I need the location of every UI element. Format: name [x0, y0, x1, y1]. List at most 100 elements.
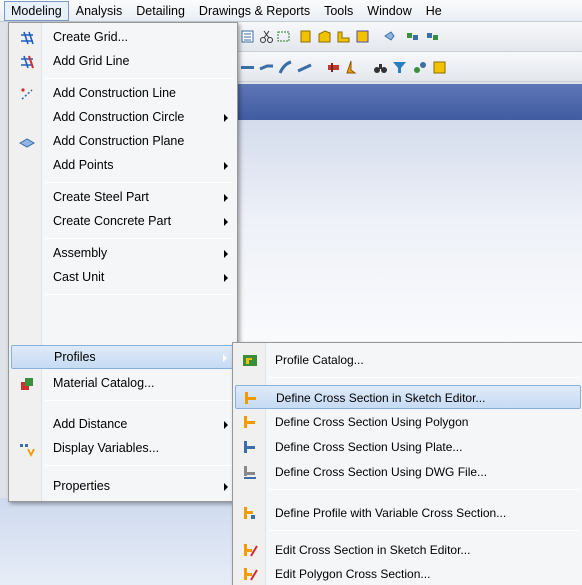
menu-item-create-grid[interactable]: Create Grid... — [11, 26, 236, 50]
snap-icon[interactable] — [412, 60, 427, 75]
submenu-item-edit-sketch[interactable]: Edit Cross Section in Sketch Editor... — [235, 538, 581, 562]
menu-item-label: Profiles — [54, 350, 96, 364]
menu-item-assembly[interactable]: Assembly — [11, 242, 236, 266]
display-variables-icon — [20, 444, 35, 457]
sketch-editor-icon — [245, 392, 256, 404]
submenu-item-label: Define Cross Section Using Plate... — [275, 440, 463, 454]
submenu-item-label: Profile Catalog... — [275, 353, 364, 367]
yellow-box-icon[interactable] — [432, 60, 447, 75]
submenu-item-polygon-section[interactable]: Define Cross Section Using Polygon — [235, 410, 581, 434]
menu-item-add-points[interactable]: Add Points — [11, 154, 236, 178]
polygon-section-icon — [244, 416, 255, 428]
submenu-arrow-icon — [224, 274, 228, 282]
menu-tools[interactable]: Tools — [317, 1, 360, 21]
submenu-item-variable-section[interactable]: Define Profile with Variable Cross Secti… — [235, 501, 581, 525]
menu-item-create-steel-part[interactable]: Create Steel Part — [11, 186, 236, 210]
viewport-header — [237, 84, 582, 122]
component-icon[interactable] — [405, 29, 420, 44]
submenu-item-label: Define Cross Section Using DWG File... — [275, 465, 488, 479]
construction-plane-icon — [19, 138, 35, 148]
submenu-item-sketch-editor[interactable]: Define Cross Section in Sketch Editor... — [235, 385, 581, 409]
menu-item-create-concrete-part[interactable]: Create Concrete Part — [11, 210, 236, 234]
cut-icon[interactable] — [259, 29, 274, 44]
menu-separator — [45, 182, 233, 183]
menu-item-add-grid-line[interactable]: Add Grid Line — [11, 50, 236, 74]
frame-icon[interactable] — [336, 29, 351, 44]
submenu-separator — [269, 530, 579, 531]
bolt-icon[interactable] — [326, 60, 341, 75]
plate-icon[interactable] — [355, 29, 370, 44]
submenu-separator — [269, 489, 579, 490]
menu-item-profiles[interactable]: Profiles — [11, 345, 236, 369]
menu-item-label: Cast Unit — [53, 270, 105, 284]
submenu-arrow-icon — [224, 114, 228, 122]
submenu-item-label: Edit Cross Section in Sketch Editor... — [275, 543, 471, 557]
weld-icon[interactable] — [344, 60, 359, 75]
construction-line-icon — [21, 88, 33, 100]
menu-item-material-catalog[interactable]: Material Catalog... — [11, 372, 236, 396]
submenu-item-label: Define Profile with Variable Cross Secti… — [275, 506, 507, 520]
submenu-arrow-icon — [224, 218, 228, 226]
material-catalog-icon — [21, 378, 33, 390]
menu-item-label: Add Construction Circle — [53, 110, 185, 124]
menu-item-label: Add Construction Plane — [53, 134, 185, 148]
beam-icon[interactable] — [298, 29, 313, 44]
submenu-separator — [269, 377, 579, 378]
grid-icon — [21, 31, 34, 45]
submenu-item-edit-polygon[interactable]: Edit Polygon Cross Section... — [235, 562, 581, 585]
menu-item-properties[interactable]: Properties — [11, 475, 236, 499]
edit-polygon-icon — [244, 568, 258, 581]
binoculars-icon[interactable] — [373, 60, 388, 75]
component-2-icon[interactable] — [425, 29, 440, 44]
menu-separator — [45, 238, 233, 239]
menu-item-add-distance[interactable]: Add Distance — [11, 413, 236, 437]
submenu-arrow-icon — [224, 483, 228, 491]
submenu-item-dwg-section[interactable]: Define Cross Section Using DWG File... — [235, 460, 581, 484]
menu-item-label: Add Grid Line — [53, 54, 130, 68]
menu-detailing[interactable]: Detailing — [129, 1, 192, 21]
menu-item-label: Create Concrete Part — [53, 214, 172, 228]
curved-beam-icon[interactable] — [278, 60, 293, 75]
menu-help[interactable]: He — [419, 1, 449, 21]
select-icon[interactable] — [276, 29, 291, 44]
submenu-arrow-icon — [224, 162, 228, 170]
menu-item-add-construction-plane[interactable]: Add Construction Plane — [11, 130, 236, 154]
menu-item-add-construction-line[interactable]: Add Construction Line — [11, 82, 236, 106]
menu-item-display-variables[interactable]: Display Variables... — [11, 437, 236, 461]
variable-section-icon — [244, 507, 255, 519]
menu-item-cast-unit[interactable]: Cast Unit — [11, 266, 236, 290]
list-icon[interactable] — [240, 29, 255, 44]
model-viewport-left[interactable] — [0, 498, 237, 585]
profiles-submenu: Profile Catalog... Define Cross Section … — [232, 342, 582, 585]
menu-item-label: Assembly — [53, 246, 108, 260]
profile-catalog-icon — [243, 355, 257, 366]
fitting-icon[interactable] — [382, 29, 397, 44]
menu-separator — [45, 400, 233, 401]
menu-item-label: Add Points — [53, 158, 114, 172]
menu-item-add-construction-circle[interactable]: Add Construction Circle — [11, 106, 236, 130]
plate-section-icon — [244, 441, 255, 453]
submenu-arrow-icon — [223, 354, 227, 362]
menu-item-label: Create Steel Part — [53, 190, 149, 204]
submenu-item-plate-section[interactable]: Define Cross Section Using Plate... — [235, 435, 581, 459]
modeling-menu: Create Grid... Add Grid Line Add Constru… — [8, 22, 238, 502]
menu-item-label: Material Catalog... — [53, 376, 155, 390]
submenu-item-label: Define Cross Section Using Polygon — [275, 415, 469, 429]
menu-modeling[interactable]: Modeling — [4, 0, 69, 21]
menu-analysis[interactable]: Analysis — [69, 1, 130, 21]
polyline-icon[interactable] — [259, 60, 274, 75]
menu-item-label: Create Grid... — [53, 30, 129, 44]
submenu-arrow-icon — [224, 421, 228, 429]
line-icon[interactable] — [240, 60, 255, 75]
menu-separator — [45, 78, 233, 79]
menu-item-label: Add Distance — [53, 417, 128, 431]
menu-drawings-reports[interactable]: Drawings & Reports — [192, 1, 317, 21]
menu-window[interactable]: Window — [360, 1, 418, 21]
column-icon[interactable] — [317, 29, 332, 44]
menu-item-label: Display Variables... — [53, 441, 160, 455]
submenu-arrow-icon — [224, 194, 228, 202]
dwg-section-icon — [244, 466, 256, 479]
arc-icon[interactable] — [297, 60, 312, 75]
submenu-item-profile-catalog[interactable]: Profile Catalog... — [235, 348, 581, 372]
filter-icon[interactable] — [392, 60, 407, 75]
